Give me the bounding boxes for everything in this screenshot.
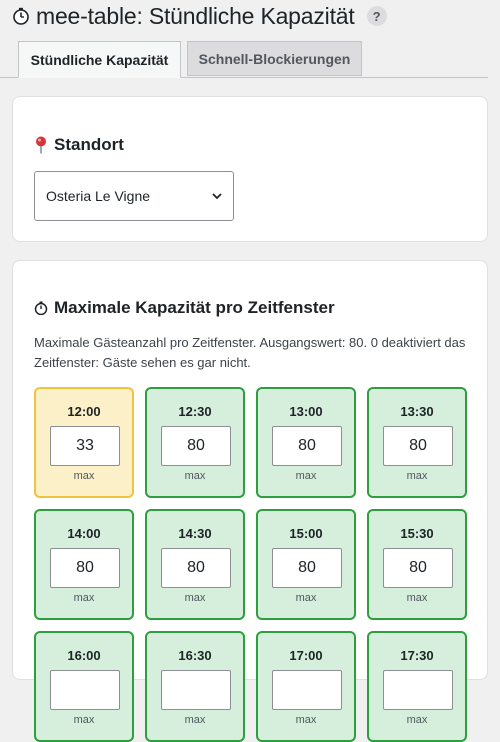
- slot-max-label: max: [295, 714, 317, 726]
- capacity-input[interactable]: [383, 548, 453, 588]
- slot-card: 13:00 max: [256, 387, 356, 498]
- slot-card: 12:30 max: [145, 387, 245, 498]
- slot-card: 15:00 max: [256, 509, 356, 620]
- capacity-input[interactable]: [383, 670, 453, 710]
- slot-time: 16:00: [67, 648, 101, 663]
- slot-card: 17:00 max: [256, 631, 356, 742]
- slot-time: 15:30: [400, 526, 434, 541]
- capacity-heading: Maximale Kapazität pro Zeitfenster: [34, 298, 335, 318]
- slot-card: 12:00 max: [34, 387, 134, 498]
- capacity-heading-text: Maximale Kapazität pro Zeitfenster: [54, 298, 335, 317]
- capacity-input[interactable]: [50, 548, 120, 588]
- capacity-input[interactable]: [50, 426, 120, 466]
- capacity-input[interactable]: [272, 670, 342, 710]
- slot-time: 15:00: [289, 526, 323, 541]
- slot-max-label: max: [406, 470, 428, 482]
- tab-hourly-capacity[interactable]: Stündliche Kapazität: [18, 41, 181, 78]
- slot-grid: 12:00 max 12:30 max 13:00 max 13:30 max …: [34, 387, 467, 742]
- capacity-input[interactable]: [161, 548, 231, 588]
- location-heading: Standort: [34, 135, 124, 155]
- slot-time: 13:30: [400, 404, 434, 419]
- tab-quick-blocks[interactable]: Schnell-Blockierungen: [187, 41, 362, 76]
- slot-max-label: max: [295, 592, 317, 604]
- slot-max-label: max: [73, 592, 95, 604]
- capacity-input[interactable]: [50, 670, 120, 710]
- capacity-input[interactable]: [272, 426, 342, 466]
- slot-max-label: max: [73, 714, 95, 726]
- location-card: Standort Osteria Le Vigne: [12, 96, 488, 242]
- slot-max-label: max: [184, 714, 206, 726]
- tab-bar: Stündliche Kapazität Schnell-Blockierung…: [0, 41, 488, 78]
- slot-time: 14:00: [67, 526, 101, 541]
- slot-time: 16:30: [178, 648, 212, 663]
- slot-time: 12:30: [178, 404, 212, 419]
- pin-icon: [36, 136, 46, 154]
- slot-card: 13:30 max: [367, 387, 467, 498]
- capacity-card: Maximale Kapazität pro Zeitfenster Maxim…: [12, 260, 488, 742]
- slot-card: 15:30 max: [367, 509, 467, 620]
- capacity-input[interactable]: [383, 426, 453, 466]
- slot-max-label: max: [295, 470, 317, 482]
- slot-card: 16:30 max: [145, 631, 245, 742]
- slot-time: 17:30: [400, 648, 434, 663]
- location-select-value: Osteria Le Vigne: [46, 188, 151, 204]
- page-title: mee-table: Stündliche Kapazität: [36, 2, 355, 29]
- location-select[interactable]: Osteria Le Vigne: [34, 171, 234, 221]
- stopwatch-icon: [34, 301, 48, 315]
- help-icon[interactable]: ?: [366, 6, 387, 26]
- slot-max-label: max: [184, 470, 206, 482]
- page-header: mee-table: Stündliche Kapazität ?: [12, 2, 387, 30]
- slot-card: 14:00 max: [34, 509, 134, 620]
- stopwatch-icon: [13, 7, 29, 25]
- slot-max-label: max: [73, 470, 95, 482]
- slot-card: 17:30 max: [367, 631, 467, 742]
- chevron-down-icon: [212, 193, 222, 200]
- slot-card: 16:00 max: [34, 631, 134, 742]
- slot-card: 14:30 max: [145, 509, 245, 620]
- slot-max-label: max: [406, 592, 428, 604]
- capacity-input[interactable]: [272, 548, 342, 588]
- location-heading-text: Standort: [54, 135, 124, 154]
- capacity-input[interactable]: [161, 670, 231, 710]
- slot-max-label: max: [406, 714, 428, 726]
- slot-time: 13:00: [289, 404, 323, 419]
- capacity-description: Maximale Gästeanzahl pro Zeitfenster. Au…: [34, 335, 466, 370]
- slot-max-label: max: [184, 592, 206, 604]
- slot-time: 14:30: [178, 526, 212, 541]
- capacity-input[interactable]: [161, 426, 231, 466]
- slot-time: 12:00: [67, 404, 101, 419]
- slot-time: 17:00: [289, 648, 323, 663]
